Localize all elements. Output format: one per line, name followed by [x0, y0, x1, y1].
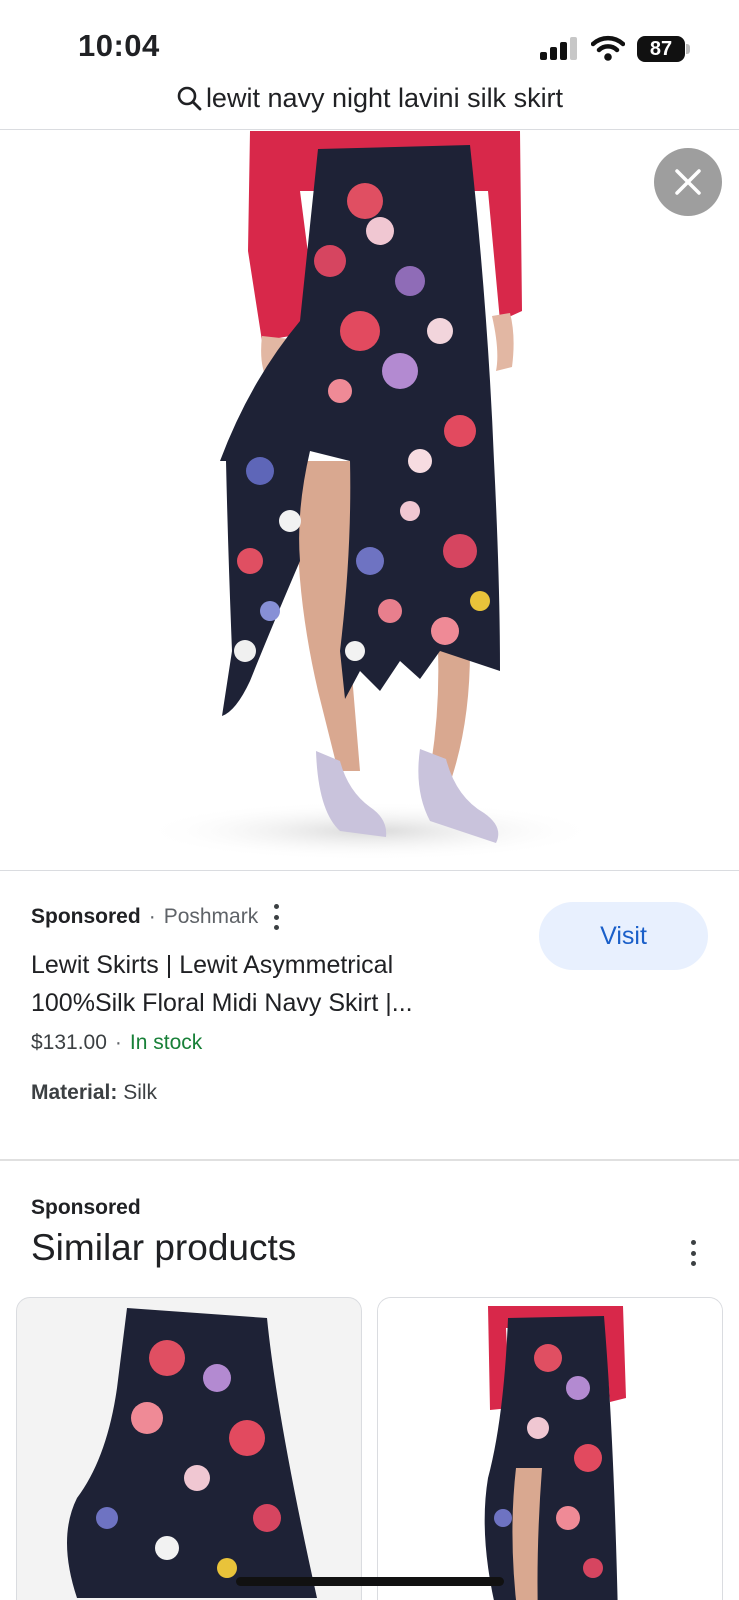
material-label: Material: — [31, 1081, 118, 1104]
product-image[interactable] — [0, 131, 739, 871]
search-bar[interactable]: lewit navy night lavini silk skirt — [0, 80, 739, 130]
battery-icon: 87 — [637, 36, 690, 62]
floral-skirt-flat-photo — [67, 1308, 317, 1598]
similar-products-title: Similar products — [31, 1227, 297, 1268]
visit-button[interactable]: Visit — [539, 902, 708, 970]
similar-sponsored-label: Sponsored — [31, 1196, 141, 1219]
price: $131.00 — [31, 1031, 107, 1054]
wifi-icon — [591, 35, 625, 61]
section-divider — [0, 1159, 739, 1161]
material-value: Silk — [123, 1081, 158, 1104]
sponsored-label: Sponsored — [31, 905, 141, 928]
price-line: $131.00 · In stock — [31, 1031, 202, 1055]
close-button[interactable] — [654, 148, 722, 216]
battery-level: 87 — [637, 36, 685, 62]
status-time: 10:04 — [78, 28, 160, 63]
more-options-icon[interactable] — [272, 904, 280, 930]
material-line: Material: Silk — [31, 1081, 157, 1105]
product-title[interactable]: Lewit Skirts | Lewit Asymmetrical 100%Si… — [31, 946, 491, 1028]
similar-more-options-icon[interactable] — [689, 1240, 697, 1266]
similar-product-card[interactable] — [377, 1297, 723, 1600]
floral-skirt-illustration — [140, 131, 600, 861]
floral-skirt-model-photo — [378, 1298, 722, 1600]
signal-icon — [540, 36, 578, 60]
merchant-name: Poshmark — [163, 905, 259, 928]
price-separator: · — [114, 1031, 122, 1054]
search-query[interactable]: lewit navy night lavini silk skirt — [206, 83, 563, 114]
stock-status: In stock — [129, 1031, 203, 1054]
sponsor-line: Sponsored · Poshmark — [31, 904, 280, 930]
home-indicator[interactable] — [236, 1577, 504, 1586]
search-icon — [177, 86, 202, 111]
status-bar: 10:04 87 — [0, 0, 739, 80]
similar-product-card[interactable] — [16, 1297, 362, 1600]
separator: · — [148, 905, 156, 928]
close-icon — [675, 169, 701, 195]
